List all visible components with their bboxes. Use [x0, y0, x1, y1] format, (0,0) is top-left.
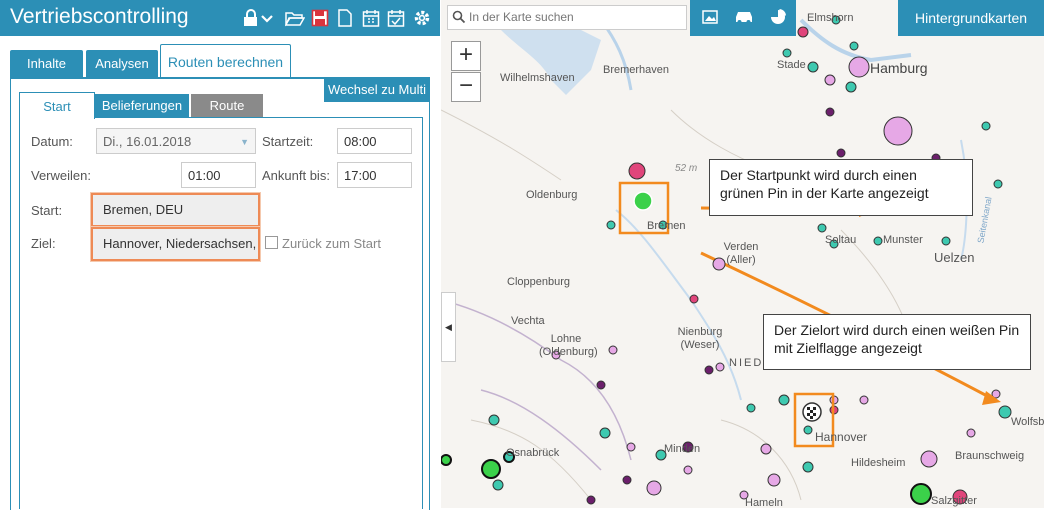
city-label: Vechta	[511, 315, 545, 327]
city-label: Wilhelmshaven	[500, 72, 575, 84]
toolbar	[280, 0, 440, 36]
dropdown-arrow-icon[interactable]: ▼	[240, 129, 249, 155]
search-placeholder: In der Karte suchen	[469, 10, 574, 24]
subtab-belieferungen[interactable]: Belieferungen	[95, 94, 189, 117]
city-label: Hameln	[745, 497, 783, 508]
start-pin	[633, 191, 653, 211]
start-callout: Der Startpunkt wird durch einen grünen P…	[709, 159, 973, 216]
city-label: Lohne (Oldenburg)	[539, 333, 598, 358]
city-label: Bremen	[647, 220, 686, 232]
tab-analysen[interactable]: Analysen	[86, 50, 158, 77]
city-label: Oldenburg	[526, 189, 578, 201]
search-icon	[452, 10, 466, 27]
map-toolbar	[690, 0, 796, 36]
verweilen-label: Verweilen:	[31, 168, 91, 183]
folder-open-icon[interactable]	[284, 9, 306, 27]
city-label: Bremerhaven	[603, 64, 670, 76]
gear-icon[interactable]	[413, 9, 431, 27]
pie-chart-icon[interactable]	[770, 9, 786, 28]
city-label: Nienburg (Weser)	[677, 326, 723, 351]
collapse-panel-handle[interactable]: ◀	[441, 292, 456, 362]
datum-value: Di., 16.01.2018	[103, 134, 192, 149]
city-label: Minden	[664, 443, 701, 455]
datum-field[interactable]: Di., 16.01.2018 ▼	[96, 128, 256, 154]
startzeit-field[interactable]: 08:00	[337, 128, 412, 154]
new-file-icon[interactable]	[336, 9, 354, 27]
city-label: Hannover	[815, 430, 868, 444]
zoom-in-button[interactable]: +	[451, 41, 481, 71]
ankunft-field[interactable]: 17:00	[337, 162, 412, 188]
verweilen-field[interactable]: 01:00	[181, 162, 256, 188]
scale-label: 52 m	[675, 163, 698, 174]
lock-icon[interactable]	[242, 9, 260, 27]
calendar-check-icon[interactable]	[387, 9, 405, 27]
start-label: Start:	[31, 203, 63, 218]
ziel-label: Ziel:	[31, 236, 56, 251]
startzeit-label: Startzeit:	[262, 134, 314, 149]
tab-routen-berechnen[interactable]: Routen berechnen	[160, 44, 291, 78]
ziel-field[interactable]: Hannover, Niedersachsen,	[91, 227, 260, 261]
chevron-down-icon[interactable]	[260, 9, 278, 27]
city-label: Uelzen	[934, 250, 975, 265]
subtab-route[interactable]: Route	[191, 94, 263, 117]
save-icon[interactable]	[311, 9, 329, 27]
tab-inhalte[interactable]: Inhalte	[10, 50, 83, 77]
city-label: Braunschweig	[955, 450, 1025, 462]
city-label: Munster	[883, 234, 923, 246]
ankunft-label: Ankunft bis:	[262, 168, 330, 183]
car-icon[interactable]	[734, 10, 754, 27]
city-label: Cloppenburg	[507, 276, 570, 288]
app-title: Vertriebscontrolling	[10, 5, 189, 28]
city-label: Verden (Aller)	[723, 241, 759, 266]
city-label: Soltau	[825, 234, 857, 246]
hintergrundkarten-button[interactable]: Hintergrundkarten	[898, 0, 1044, 36]
image-icon[interactable]	[702, 10, 718, 27]
zurueck-label: Zurück zum Start	[282, 236, 381, 251]
subtab-start[interactable]: Start	[19, 92, 95, 119]
city-label: Stade	[777, 59, 806, 71]
city-label: Elmshorn	[807, 12, 854, 24]
ziel-callout: Der Zielort wird durch einen weißen Pin …	[763, 314, 1031, 370]
city-label: Salzgitter	[931, 495, 977, 507]
wechsel-zu-multi-button[interactable]: Wechsel zu Multi	[324, 78, 430, 102]
calendar-icon[interactable]	[362, 9, 380, 27]
city-label: Wolfsb	[1011, 416, 1044, 428]
city-label: Hildesheim	[851, 457, 906, 469]
zoom-out-button[interactable]: −	[451, 72, 481, 102]
city-label: Osnabrück	[506, 447, 560, 459]
city-label: Hamburg	[870, 60, 928, 76]
start-field[interactable]: Bremen, DEU	[91, 193, 260, 227]
map-search-input[interactable]: In der Karte suchen	[447, 5, 687, 30]
datum-label: Datum:	[31, 134, 73, 149]
left-panel: Vertriebscontrolling Inhalte Analysen Ro…	[0, 0, 440, 510]
map[interactable]: Wilhelmshaven Bremerhaven Stade Hamburg …	[441, 0, 1044, 508]
zurueck-checkbox[interactable]	[265, 236, 278, 249]
